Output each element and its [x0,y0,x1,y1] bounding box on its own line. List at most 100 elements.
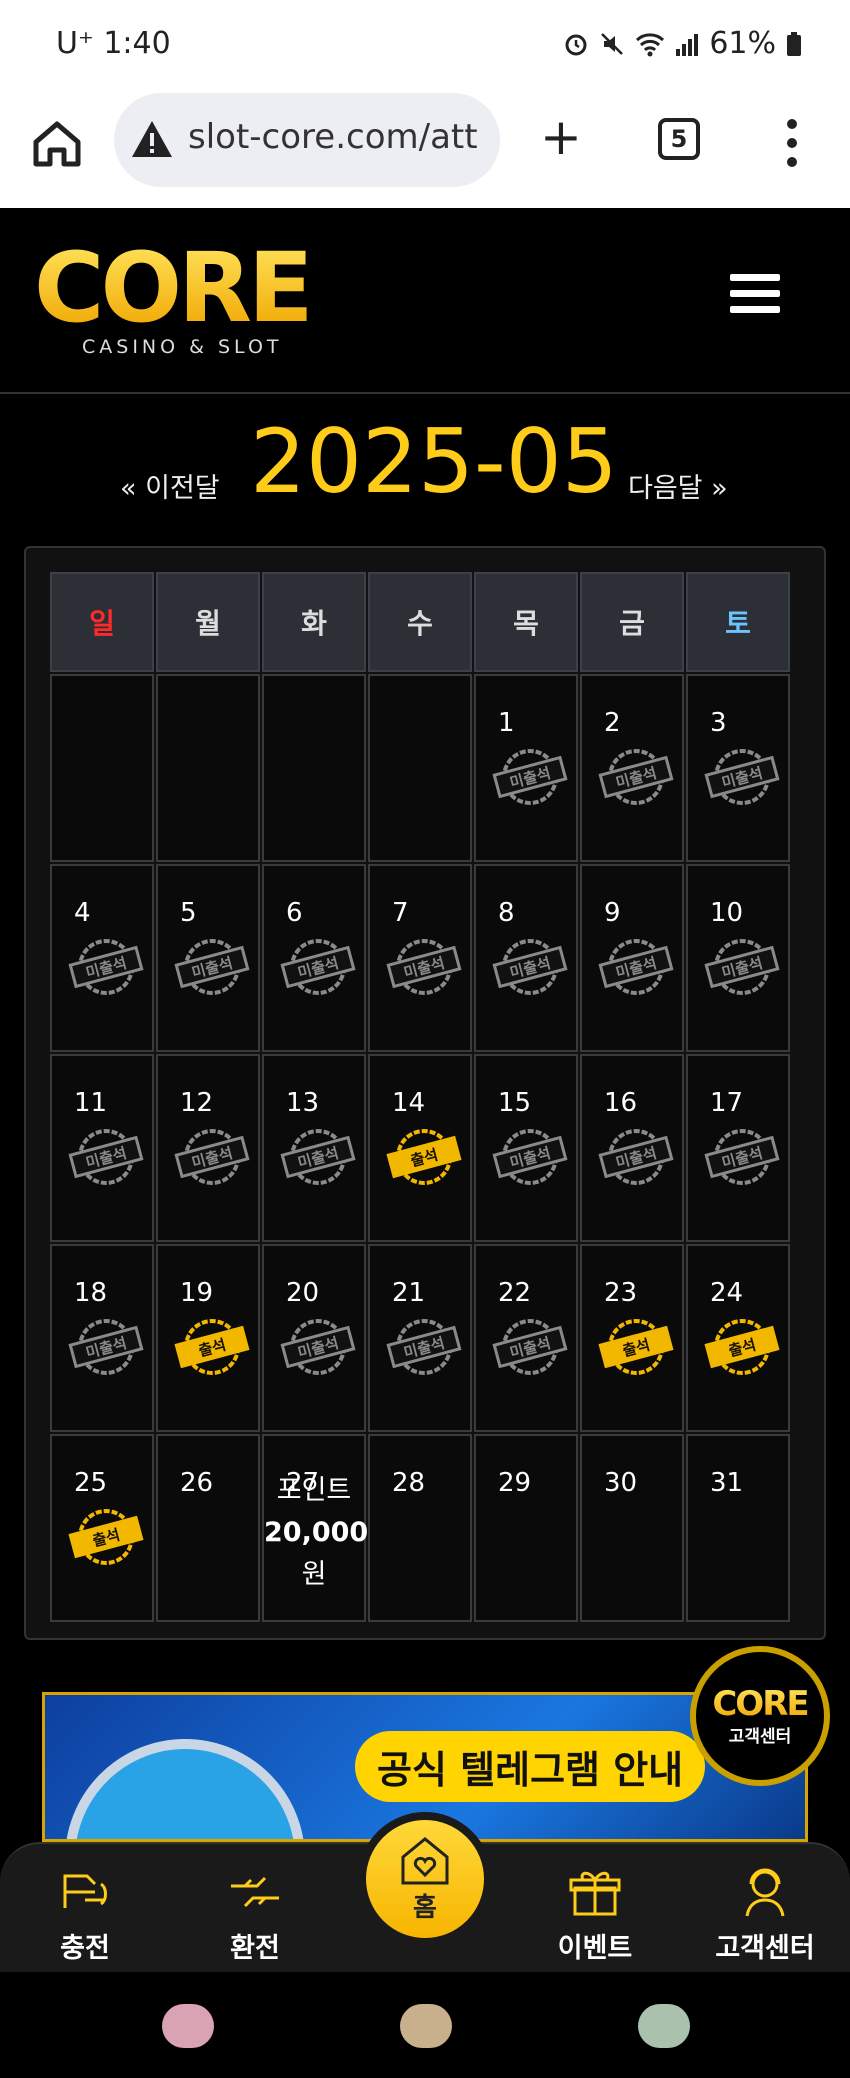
calendar-empty-cell [368,674,472,862]
tab-switcher-button[interactable]: 5 [658,118,700,160]
calendar-day-cell[interactable]: 29 [474,1434,578,1622]
calendar-day-cell[interactable]: 30 [580,1434,684,1622]
current-month: 2025-05 [250,410,618,513]
home-icon[interactable] [30,116,84,170]
tab-event-label: 이벤트 [557,1933,633,1964]
calendar-day-cell[interactable]: 11 미출석 [50,1054,154,1242]
next-month-link[interactable]: 다음달 » [628,466,728,505]
tab-home-label: 홈 [413,1892,437,1923]
calendar-day-cell[interactable]: 28 [368,1434,472,1622]
address-bar[interactable]: slot-core.com/att [114,93,500,187]
alarm-icon [565,34,587,55]
day-number: 24 [710,1278,744,1308]
logo-text: CORE [34,232,314,344]
gift-icon [569,1871,621,1916]
tab-home[interactable]: 홈 [358,1812,492,1946]
attended-stamp-icon: 출석 [598,1319,674,1375]
calendar-day-cell[interactable]: 21 미출석 [368,1244,472,1432]
calendar-day-cell[interactable]: 6 미출석 [262,864,366,1052]
new-tab-icon[interactable]: + [540,112,582,162]
day-number: 10 [710,898,744,928]
calendar-day-cell[interactable]: 1 미출석 [474,674,578,862]
attended-stamp-icon: 출석 [386,1129,462,1185]
calendar-day-cell[interactable]: 19 출석 [156,1244,260,1432]
tab-exchange-label: 환전 [230,1933,280,1964]
home-heart-icon [401,1836,449,1884]
cs-logo: CORE [712,1683,809,1724]
calendar-day-cell[interactable]: 7 미출석 [368,864,472,1052]
calendar-day-cell[interactable]: 4 미출석 [50,864,154,1052]
absent-stamp-icon: 미출석 [68,1319,144,1375]
weekday-header-cell: 일 [50,572,154,672]
tab-event[interactable]: 이벤트 [530,1864,660,1965]
day-number: 1 [498,708,515,738]
more-menu-icon[interactable] [782,116,802,170]
calendar-day-cell[interactable]: 13 미출석 [262,1054,366,1242]
day-number: 21 [392,1278,426,1308]
calendar-day-cell[interactable]: 26 [156,1434,260,1622]
warning-icon[interactable] [130,117,174,161]
day-number: 26 [180,1468,214,1498]
absent-stamp-icon: 미출석 [386,939,462,995]
day-number: 30 [604,1468,638,1498]
header-divider [0,392,850,394]
calendar-empty-cell [262,674,366,862]
calendar-week-row: 18 미출석 19 출석 20 미출석 21 미출석 22 미출석 23 출석 24 출석 [50,1244,802,1432]
reward-line: 포인트 [276,1475,352,1506]
absent-stamp-icon: 미출석 [280,1319,356,1375]
calendar-day-cell[interactable]: 15 미출석 [474,1054,578,1242]
tab-exchange[interactable]: 환전 [190,1864,320,1965]
tab-charge[interactable]: 충전 [20,1864,150,1965]
calendar-day-cell[interactable]: 31 [686,1434,790,1622]
calendar-day-cell[interactable]: 18 미출석 [50,1244,154,1432]
calendar-day-cell[interactable]: 17 미출석 [686,1054,790,1242]
absent-stamp-icon: 미출석 [386,1319,462,1375]
calendar-day-cell[interactable]: 20 미출석 [262,1244,366,1432]
calendar-day-cell[interactable]: 22 미출석 [474,1244,578,1432]
day-number: 3 [710,708,727,738]
calendar-day-cell[interactable]: 12 미출석 [156,1054,260,1242]
prev-month-link[interactable]: « 이전달 [120,466,220,505]
tab-support-label: 고객센터 [715,1933,815,1964]
day-number: 20 [286,1278,320,1308]
site-body: CORE CASINO & SLOT « 이전달 2025-05 다음달 » 일… [0,208,850,2078]
tab-support[interactable]: 고객센터 [700,1864,830,1965]
url-text: slot-core.com/att [188,117,478,157]
calendar-week-row: 1 미출석 2 미출석 3 미출석 [50,674,802,862]
calendar-day-cell[interactable]: 10 미출석 [686,864,790,1052]
attended-stamp-icon: 출석 [704,1319,780,1375]
calendar-day-cell[interactable]: 8 미출석 [474,864,578,1052]
absent-stamp-icon: 미출석 [174,1129,250,1185]
day-number: 8 [498,898,515,928]
calendar-day-cell[interactable]: 2 미출석 [580,674,684,862]
calendar-day-cell[interactable]: 3 미출석 [686,674,790,862]
calendar-day-cell[interactable]: 5 미출석 [156,864,260,1052]
absent-stamp-icon: 미출석 [68,1129,144,1185]
calendar-day-cell[interactable]: 23 출석 [580,1244,684,1432]
calendar-day-cell[interactable]: 27 포인트 20,000 원 [262,1434,369,1622]
reward-line: 20,000 [264,1517,369,1548]
battery-icon [787,31,801,56]
charge-icon [63,1874,107,1908]
customer-center-badge[interactable]: CORE 고객센터 [690,1646,830,1786]
calendar-day-cell[interactable]: 14 출석 [368,1054,472,1242]
absent-stamp-icon: 미출석 [492,939,568,995]
day-number: 25 [74,1468,108,1498]
calendar-day-cell[interactable]: 9 미출석 [580,864,684,1052]
weekday-header-cell: 금 [580,572,684,672]
weekday-header-cell: 토 [686,572,790,672]
nav-back-icon[interactable] [638,2004,690,2048]
status-bar: U⁺ 1:40 61% [0,0,850,92]
day-number: 15 [498,1088,532,1118]
nav-home-icon[interactable] [400,2004,452,2048]
nav-recent-icon[interactable] [162,2004,214,2048]
weekday-header-cell: 수 [368,572,472,672]
mute-icon [601,32,624,55]
day-number: 12 [180,1088,214,1118]
calendar-day-cell[interactable]: 25 출석 [50,1434,154,1622]
calendar-day-cell[interactable]: 24 출석 [686,1244,790,1432]
site-logo[interactable]: CORE CASINO & SLOT [34,232,314,358]
tab-charge-label: 충전 [60,1933,110,1964]
calendar-day-cell[interactable]: 16 미출석 [580,1054,684,1242]
hamburger-menu-icon[interactable] [730,274,780,318]
